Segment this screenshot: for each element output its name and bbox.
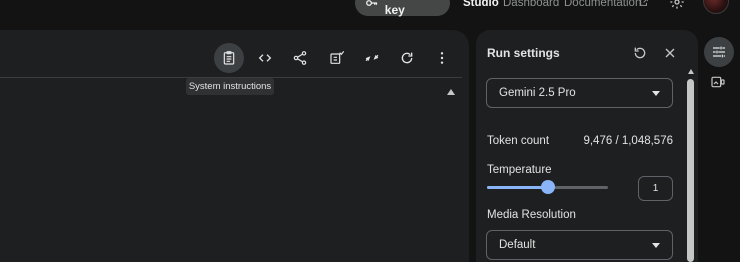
reset-icon[interactable]	[632, 45, 648, 61]
dropdown-caret-icon	[652, 243, 660, 248]
token-count-label: Token count	[487, 135, 550, 147]
temperature-slider-thumb[interactable]	[540, 180, 555, 194]
collapse-caret-icon[interactable]	[447, 89, 455, 95]
compress-button[interactable]	[357, 43, 387, 73]
tune-icon	[713, 46, 725, 58]
token-count-value: 9,476 / 1,048,576	[583, 135, 673, 147]
open-in-new-icon	[640, 0, 648, 6]
key-icon	[366, 0, 378, 6]
scroll-up-arrow-icon[interactable]	[688, 69, 694, 74]
media-resolution-value: Default	[499, 239, 536, 251]
model-select[interactable]: Gemini 2.5 Pro	[486, 78, 673, 108]
more-options-button[interactable]	[427, 43, 457, 73]
studio-link[interactable]: Studio	[463, 0, 499, 9]
system-instructions-button[interactable]	[214, 43, 244, 73]
compress-icon	[365, 54, 379, 62]
avatar[interactable]	[703, 0, 729, 14]
dropdown-caret-icon	[652, 91, 660, 96]
compare-icon	[330, 50, 345, 64]
close-icon[interactable]	[662, 45, 678, 61]
get-api-key-button[interactable]: Get API key	[355, 0, 450, 17]
system-instructions-icon	[223, 51, 235, 65]
tooltip: System instructions	[186, 78, 274, 95]
model-select-value: Gemini 2.5 Pro	[499, 87, 576, 99]
scrollbar-thumb[interactable]	[687, 79, 694, 262]
refresh-button[interactable]	[392, 43, 422, 73]
refresh-icon	[401, 52, 413, 64]
temperature-label: Temperature	[487, 164, 552, 176]
temperature-slider-fill	[487, 186, 548, 189]
documentation-link[interactable]: Documentation	[564, 0, 641, 9]
more-vert-icon	[440, 52, 444, 64]
get-code-button[interactable]	[250, 43, 280, 73]
media-resolution-select[interactable]: Default	[486, 230, 673, 260]
get-api-key-label: Get API key	[384, 0, 428, 17]
compare-button[interactable]	[322, 43, 352, 73]
dashboard-link[interactable]: Dashboard	[503, 0, 559, 9]
gear-icon[interactable]	[669, 0, 685, 10]
run-settings-toggle-button[interactable]	[704, 37, 734, 67]
code-icon	[258, 54, 272, 62]
media-resolution-label: Media Resolution	[487, 209, 576, 221]
media-panel-icon[interactable]	[710, 74, 726, 90]
run-settings-title: Run settings	[487, 46, 560, 60]
temperature-input[interactable]: 1	[638, 176, 673, 201]
share-button[interactable]	[285, 43, 315, 73]
share-icon	[293, 51, 307, 65]
